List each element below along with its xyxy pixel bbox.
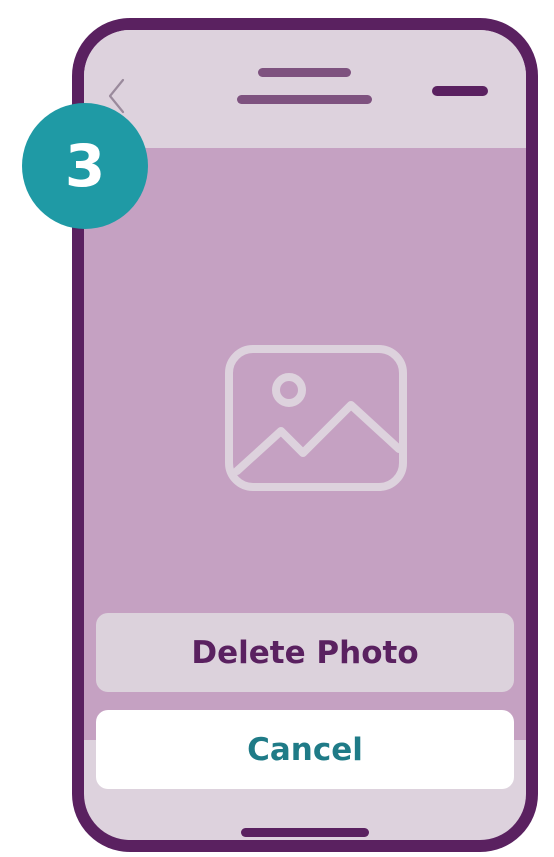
cancel-button[interactable]: Cancel [96, 710, 514, 789]
menu-dash-icon[interactable] [432, 86, 488, 96]
title-placeholder-line [258, 68, 351, 77]
top-bar [84, 30, 526, 148]
home-indicator [241, 828, 369, 837]
subtitle-placeholder-line [237, 95, 372, 104]
step-number: 3 [64, 132, 106, 200]
step-badge: 3 [22, 103, 148, 229]
delete-photo-button[interactable]: Delete Photo [96, 613, 514, 692]
phone-screen: Delete Photo Cancel [84, 30, 526, 840]
image-placeholder-icon [225, 345, 407, 491]
